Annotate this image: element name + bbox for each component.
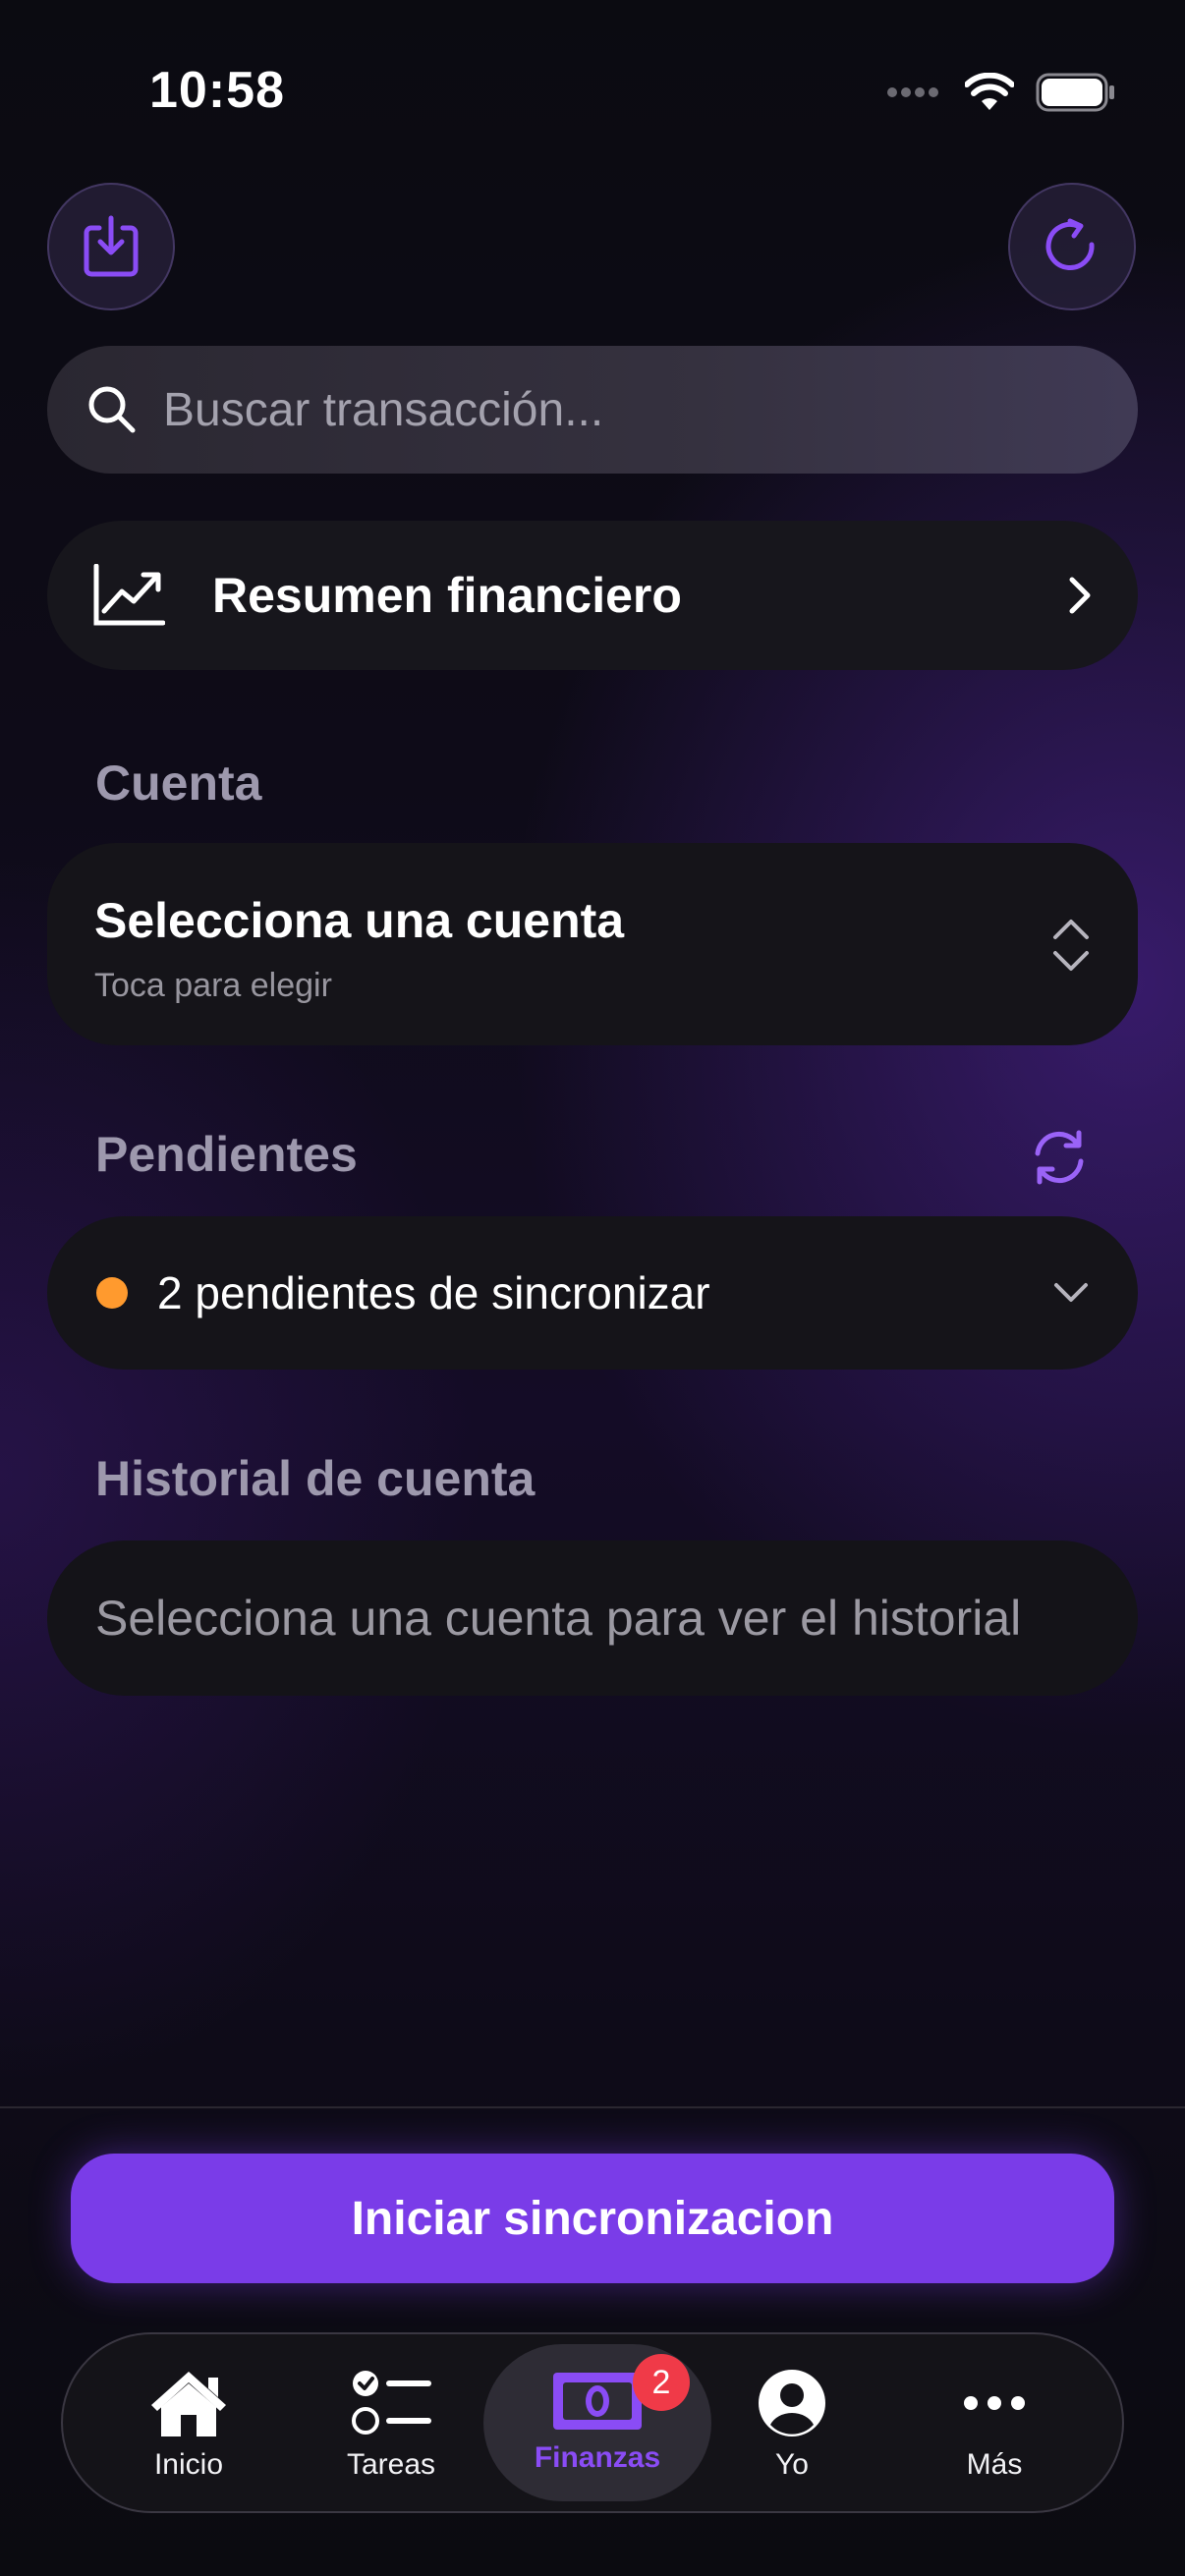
- tab-tareas[interactable]: Tareas: [293, 2334, 489, 2515]
- house-icon: [151, 2372, 226, 2436]
- account-picker-subtitle: Toca para elegir: [94, 967, 332, 1004]
- tab-bar: Inicio Tareas Finanzas 2 Yo Más: [61, 2332, 1124, 2513]
- account-section-title: Cuenta: [95, 756, 262, 811]
- tab-label: Inicio: [153, 2448, 224, 2481]
- pending-status-dot: [96, 1277, 128, 1309]
- bottom-divider: [0, 2106, 1185, 2108]
- tab-label: Yo: [775, 2448, 809, 2481]
- wifi-icon: [965, 73, 1014, 110]
- sync-pending-button[interactable]: [1028, 1128, 1091, 1192]
- person-icon: [759, 2370, 825, 2436]
- notification-badge: 2: [633, 2354, 690, 2411]
- ellipsis-icon: [964, 2396, 1025, 2410]
- search-icon: [88, 386, 136, 433]
- start-sync-button[interactable]: Iniciar sincronizacion: [71, 2154, 1114, 2283]
- history-empty-card: Selecciona una cuenta para ver el histor…: [47, 1540, 1138, 1696]
- chart-line-up-icon: [93, 564, 165, 626]
- refresh-button[interactable]: [1008, 183, 1136, 310]
- chevron-right-icon: [1069, 577, 1091, 614]
- account-picker-title: Selecciona una cuenta: [94, 893, 625, 948]
- sync-arrows-icon: [1035, 1130, 1084, 1185]
- battery-icon: [1036, 73, 1114, 112]
- tab-mas[interactable]: Más: [896, 2334, 1093, 2515]
- pending-status-text: 2 pendientes de sincronizar: [157, 1267, 710, 1318]
- search-input[interactable]: Buscar transacción...: [47, 346, 1138, 474]
- account-picker[interactable]: Selecciona una cuenta Toca para elegir: [47, 843, 1138, 1045]
- tab-finanzas[interactable]: Finanzas 2: [483, 2344, 711, 2501]
- refresh-icon: [1045, 218, 1095, 270]
- chevron-up-down-icon: [1053, 920, 1089, 971]
- tab-inicio[interactable]: Inicio: [90, 2334, 287, 2515]
- chevron-down-icon: [1054, 1283, 1088, 1302]
- tab-yo[interactable]: Yo: [694, 2334, 890, 2515]
- pending-section-title: Pendientes: [95, 1127, 358, 1182]
- search-placeholder: Buscar transacción...: [163, 383, 604, 436]
- status-time: 10:58: [149, 62, 285, 119]
- financial-summary-row[interactable]: Resumen financiero: [47, 521, 1138, 670]
- cellular-signal-icon: [887, 87, 938, 97]
- tab-label: Más: [966, 2448, 1023, 2481]
- tab-label: Finanzas: [534, 2441, 661, 2474]
- history-section-title: Historial de cuenta: [95, 1451, 536, 1506]
- export-button[interactable]: [47, 183, 175, 310]
- tab-label: Tareas: [346, 2448, 436, 2481]
- summary-label: Resumen financiero: [212, 568, 682, 623]
- banknote-icon: [553, 2373, 642, 2430]
- download-tray-icon: [84, 215, 139, 277]
- history-empty-text: Selecciona una cuenta para ver el histor…: [95, 1591, 1022, 1646]
- checklist-icon: [352, 2371, 431, 2435]
- status-icons: [886, 73, 1116, 112]
- pending-sync-row[interactable]: 2 pendientes de sincronizar: [47, 1216, 1138, 1370]
